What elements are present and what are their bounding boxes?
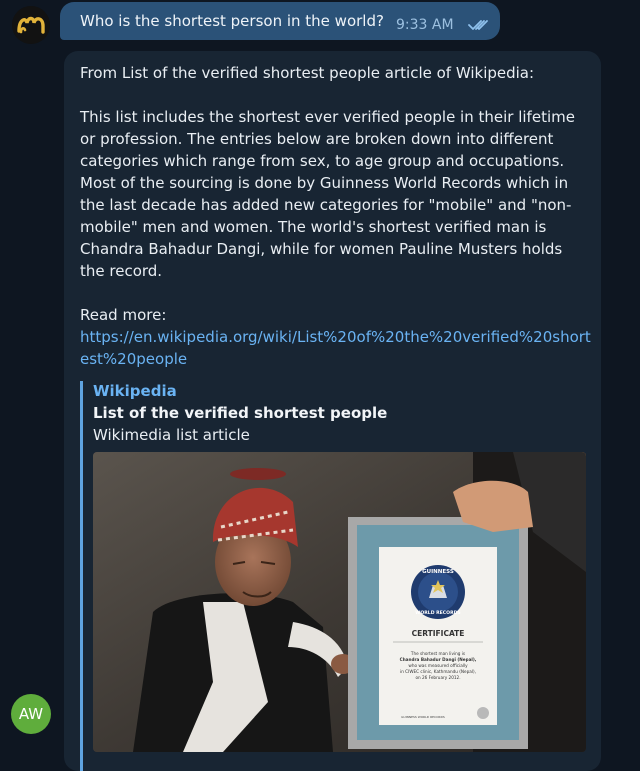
wikipedia-link-continued[interactable]: est%20people [80, 348, 187, 370]
certificate-line: on 26 February 2012. [415, 675, 460, 680]
photo-scene: GUINNESS WORLD RECORDS CERTIFICATE The s… [93, 452, 586, 752]
reply-body-line: Most of the sourcing is done by Guinness… [80, 174, 569, 192]
badge-top-text: GUINNESS [422, 569, 454, 575]
reply-body-line: the record. [80, 262, 163, 280]
certificate-line: Chandra Bahadur Dangi (Nepal), [400, 657, 477, 662]
preview-photo[interactable]: GUINNESS WORLD RECORDS CERTIFICATE The s… [93, 452, 586, 752]
user-message-bubble[interactable]: Who is the shortest person in the world?… [60, 2, 500, 40]
reply-body-line: or profession. The entries below are bro… [80, 130, 554, 148]
certificate-footer: GUINNESS WORLD RECORDS [401, 715, 445, 719]
wikipedia-link[interactable]: https://en.wikipedia.org/wiki/List%20of%… [80, 326, 591, 348]
user-avatar[interactable]: AW [11, 694, 51, 734]
bot-avatar[interactable] [12, 6, 50, 44]
reply-body-line: categories which range from sex, to age … [80, 152, 565, 170]
user-message-text: Who is the shortest person in the world? [80, 12, 384, 30]
certificate-heading: CERTIFICATE [412, 629, 465, 638]
certificate-line: The shortest man living is [410, 651, 465, 656]
bot-reply-bubble[interactable]: From List of the verified shortest peopl… [64, 51, 601, 771]
reply-intro: From List of the verified shortest peopl… [80, 64, 535, 82]
bot-logo-icon [12, 6, 50, 44]
preview-title: List of the verified shortest people [93, 404, 388, 422]
message-time: 9:33 AM [396, 17, 454, 33]
certificate-line: who was measured officially [408, 663, 468, 668]
reply-body-line: This list includes the shortest ever ver… [80, 108, 575, 126]
preview-description: Wikimedia list article [93, 426, 250, 444]
badge-bottom-text: WORLD RECORDS [415, 610, 460, 616]
link-preview[interactable]: Wikipedia List of the verified shortest … [80, 381, 587, 771]
reply-body-line: mobile" men and women. The world's short… [80, 218, 547, 236]
read-more-label: Read more: [80, 306, 167, 324]
preview-site-name: Wikipedia [93, 382, 177, 400]
certificate-line: in CIWEC clinic, Kathmandu (Nepal), [400, 669, 476, 674]
double-check-icon [468, 20, 488, 30]
reply-body-line: the last decade has added new categories… [80, 196, 572, 214]
reply-body-line: Chandra Bahadur Dangi, while for women P… [80, 240, 563, 258]
